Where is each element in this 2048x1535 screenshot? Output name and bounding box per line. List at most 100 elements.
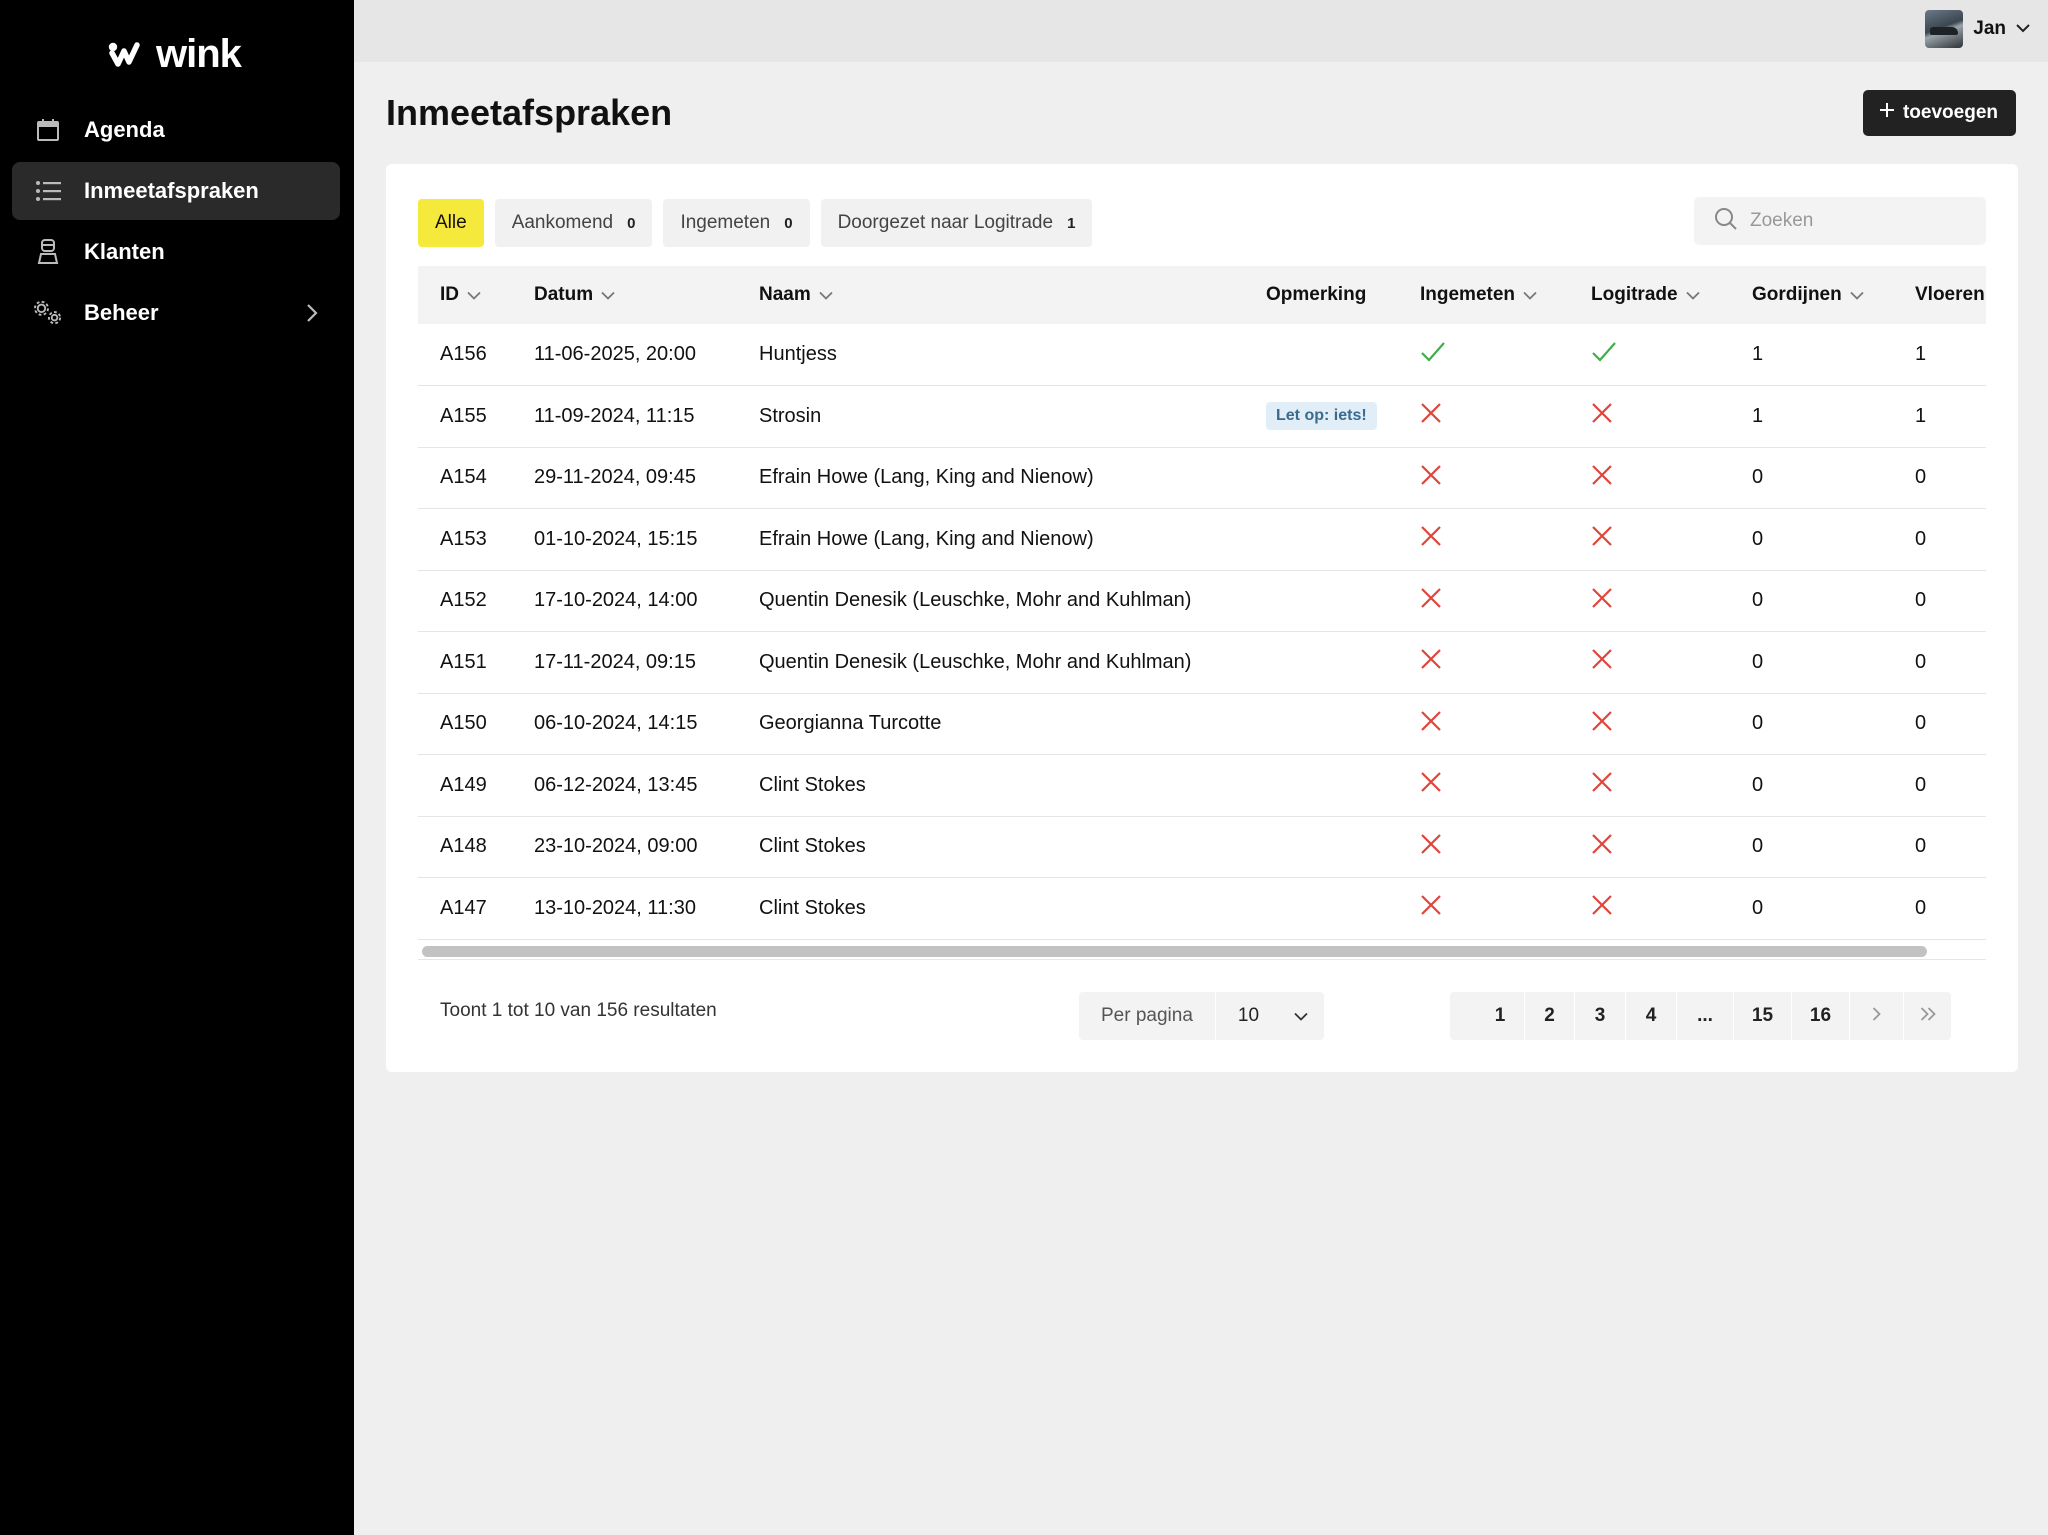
cross-icon <box>1591 833 1613 860</box>
cell-id: A149 <box>440 773 487 796</box>
tab-doorgezet-naar-logitrade[interactable]: Doorgezet naar Logitrade 1 <box>820 199 1093 247</box>
column-header-id[interactable]: ID <box>418 266 512 324</box>
search-box <box>1694 197 1986 245</box>
cell-opmerking <box>1244 632 1398 694</box>
column-label: ID <box>440 284 459 305</box>
cell-naam: Georgianna Turcotte <box>759 712 942 735</box>
cell-opmerking <box>1244 878 1398 940</box>
next-page-button[interactable] <box>1849 992 1903 1040</box>
wink-logo[interactable]: wink <box>108 32 242 76</box>
tab-label: Alle <box>435 212 467 233</box>
cell-vloeren: 0 <box>1915 712 1927 735</box>
cell-datum: 17-10-2024, 14:00 <box>534 589 698 612</box>
cell-logitrade <box>1569 324 1730 386</box>
cell-gordijnen: 0 <box>1752 712 1764 735</box>
double-chevron-right-icon <box>1920 1005 1936 1027</box>
gears-icon <box>34 299 62 327</box>
cross-icon <box>1591 710 1613 737</box>
table-row[interactable]: A148 23-10-2024, 09:00 Clint Stokes 0 0 <box>418 816 1986 878</box>
cell-logitrade <box>1569 755 1730 817</box>
table-row[interactable]: A153 01-10-2024, 15:15 Efrain Howe (Lang, … <box>418 509 1986 571</box>
sidebar-item-label: Klanten <box>84 239 165 264</box>
horizontal-scrollbar[interactable] <box>418 940 1986 960</box>
sort-chevron-icon <box>1685 284 1700 306</box>
cell-opmerking: Let op: iets! <box>1244 386 1398 448</box>
cell-ingemeten <box>1398 570 1569 632</box>
add-button[interactable]: toevoegen <box>1862 90 2016 136</box>
page-button-4[interactable]: 4 <box>1625 992 1676 1040</box>
cell-gordijnen: 0 <box>1752 835 1764 858</box>
table-body: A156 11-06-2025, 20:00 Huntjess 1 1 A155 11-09… <box>418 324 1986 939</box>
column-header-logitrade[interactable]: Logitrade <box>1569 266 1730 324</box>
cell-logitrade <box>1569 509 1730 571</box>
cross-icon <box>1420 587 1442 614</box>
per-page-select[interactable]: 10 <box>1215 992 1324 1040</box>
column-header-ingemeten[interactable]: Ingemeten <box>1398 266 1569 324</box>
search-input[interactable] <box>1750 210 1970 232</box>
column-header-opmerking: Opmerking <box>1244 266 1398 324</box>
column-label: Opmerking <box>1266 284 1367 305</box>
column-label: Vloeren <box>1915 284 1985 305</box>
tab-aankomend[interactable]: Aankomend 0 <box>494 199 653 247</box>
table-row[interactable]: A151 17-11-2024, 09:15 Quentin Denesik (Le… <box>418 632 1986 694</box>
cell-logitrade <box>1569 447 1730 509</box>
column-label: Logitrade <box>1591 284 1678 305</box>
column-header-vloeren[interactable]: Vloeren <box>1893 266 1986 324</box>
cross-icon <box>1420 833 1442 860</box>
cell-naam: Clint Stokes <box>759 835 866 858</box>
user-menu[interactable]: Jan <box>1925 10 2030 48</box>
table-row[interactable]: A149 06-12-2024, 13:45 Clint Stokes 0 0 <box>418 755 1986 817</box>
page-button-15[interactable]: 15 <box>1733 992 1791 1040</box>
cell-ingemeten <box>1398 386 1569 448</box>
page-button-16[interactable]: 16 <box>1791 992 1849 1040</box>
last-page-button[interactable] <box>1903 992 1951 1040</box>
cell-datum: 23-10-2024, 09:00 <box>534 835 698 858</box>
cell-datum: 11-09-2024, 11:15 <box>534 404 695 427</box>
cell-id: A153 <box>440 527 487 550</box>
sort-chevron-icon <box>467 284 481 306</box>
table-row[interactable]: A147 13-10-2024, 11:30 Clint Stokes 0 0 <box>418 878 1986 940</box>
column-header-datum[interactable]: Datum <box>512 266 737 324</box>
column-header-gordijnen[interactable]: Gordijnen <box>1730 266 1893 324</box>
tab-alle[interactable]: Alle <box>418 199 484 247</box>
cross-icon <box>1591 895 1613 921</box>
scrollbar-thumb[interactable] <box>422 946 1927 957</box>
cell-vloeren: 0 <box>1915 589 1927 612</box>
cross-icon <box>1591 587 1613 614</box>
tab-ingemeten[interactable]: Ingemeten 0 <box>663 199 810 247</box>
add-button-label: toevoegen <box>1902 102 1998 123</box>
page-button-1[interactable]: 1 <box>1476 992 1524 1040</box>
table-row[interactable]: A156 11-06-2025, 20:00 Huntjess 1 1 <box>418 324 1986 386</box>
table-row[interactable]: A150 06-10-2024, 14:15 Georgianna Turcotte… <box>418 693 1986 755</box>
wink-logo-icon <box>108 42 140 67</box>
logo-text: wink <box>156 32 242 76</box>
cell-datum: 06-10-2024, 14:15 <box>534 712 698 735</box>
table-container: ID Datum Naam Opmerking Ingemeten Logitr… <box>418 266 1986 940</box>
sidebar-item-klanten[interactable]: Klanten <box>12 223 340 281</box>
sidebar-item-beheer[interactable]: Beheer <box>12 284 340 342</box>
column-header-naam[interactable]: Naam <box>737 266 1244 324</box>
sidebar-item-inmeetafspraken[interactable]: Inmeetafspraken <box>12 162 340 220</box>
chevron-right-icon <box>1872 1005 1881 1027</box>
table-row[interactable]: A154 29-11-2024, 09:45 Efrain Howe (Lang, … <box>418 447 1986 509</box>
sort-chevron-icon <box>1523 284 1537 306</box>
cell-ingemeten <box>1398 755 1569 817</box>
page-button-2[interactable]: 2 <box>1524 992 1574 1040</box>
tab-count: 0 <box>784 214 793 232</box>
cell-vloeren: 0 <box>1915 835 1927 858</box>
sidebar-item-agenda[interactable]: Agenda <box>12 101 340 159</box>
cross-icon <box>1420 464 1442 491</box>
table-row[interactable]: A152 17-10-2024, 14:00 Quentin Denesik (Le… <box>418 570 1986 632</box>
cross-icon <box>1420 403 1442 429</box>
tab-label: Aankomend <box>511 212 614 233</box>
cross-icon <box>1420 710 1442 737</box>
cell-ingemeten <box>1398 447 1569 509</box>
table-row[interactable]: A155 11-09-2024, 11:15 Strosin Let op: iets… <box>418 386 1986 448</box>
cell-ingemeten <box>1398 878 1569 940</box>
cell-opmerking <box>1244 693 1398 755</box>
chevron-down-icon <box>1294 1005 1308 1027</box>
cell-id: A155 <box>440 404 487 427</box>
cross-icon <box>1591 403 1613 429</box>
page-button-3[interactable]: 3 <box>1574 992 1625 1040</box>
sort-chevron-icon <box>819 284 833 306</box>
